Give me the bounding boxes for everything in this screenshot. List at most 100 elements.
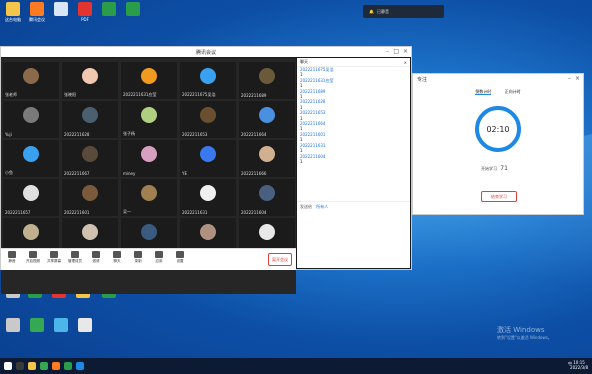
participant-avatar xyxy=(200,224,216,240)
notification-toast[interactable]: 🔔 已静音 xyxy=(363,5,444,18)
app-icon xyxy=(6,2,20,16)
app-icon xyxy=(78,318,92,332)
desktop-icon[interactable]: PDF xyxy=(74,2,96,22)
participant-avatar xyxy=(23,185,39,201)
desktop-icon[interactable] xyxy=(98,2,120,17)
participant-tile[interactable]: YE xyxy=(180,140,236,177)
participant-tile[interactable]: 2022211657 xyxy=(3,179,59,216)
desktop-icon[interactable] xyxy=(2,318,24,333)
participant-avatar xyxy=(200,107,216,123)
meeting-app-icon[interactable] xyxy=(52,362,60,370)
participant-tile[interactable]: 2022211666 xyxy=(239,140,295,177)
participant-tile[interactable]: 2022211675吴浩 xyxy=(180,62,236,99)
toolbar-button[interactable]: 静音 xyxy=(5,251,19,264)
participant-name: 张子杨 xyxy=(123,131,135,136)
chat-close-icon[interactable]: × xyxy=(404,60,407,65)
toolbar-button[interactable]: 录制 xyxy=(131,251,145,264)
timer-app-icon[interactable] xyxy=(76,362,84,370)
desktop-icon[interactable]: 这台电脑 xyxy=(2,2,24,22)
participant-name: 小鱼 xyxy=(5,170,13,175)
search-icon[interactable] xyxy=(16,362,24,370)
desktop-icon[interactable] xyxy=(74,318,96,333)
toolbar-button[interactable]: 聊天 xyxy=(110,251,124,264)
chat-messages: 2022211675吴浩 1 2022211631应莹 1 2022211689 1 202… xyxy=(297,67,410,164)
toolbar-label: 邀请 xyxy=(92,259,100,263)
toolbar-label: 聊天 xyxy=(113,259,121,263)
participant-name: 张老师 xyxy=(5,92,17,97)
participant-tile[interactable]: 2022211664 xyxy=(239,101,295,138)
chrome-icon[interactable] xyxy=(40,362,48,370)
wechat-icon[interactable] xyxy=(64,362,72,370)
participant-name: 2022211664 xyxy=(241,132,267,137)
participant-avatar xyxy=(200,68,216,84)
participant-tile[interactable]: 2022211689 xyxy=(239,62,295,99)
participant-tile[interactable]: 2022211601 xyxy=(62,179,118,216)
desktop-icon[interactable] xyxy=(26,318,48,333)
participant-tile[interactable]: 小鱼 xyxy=(3,140,59,177)
participant-avatar xyxy=(200,185,216,201)
timer-title: 专注 xyxy=(417,76,428,83)
toolbar-button[interactable]: 设置 xyxy=(173,251,187,264)
participant-avatar xyxy=(23,68,39,84)
desktop-icon[interactable] xyxy=(50,2,72,17)
tab-countup[interactable]: 正向计时 xyxy=(505,89,521,94)
tab-countdown[interactable]: 倒数计时 xyxy=(475,89,492,95)
participant-tile[interactable]: 张老师 xyxy=(3,62,59,99)
send-to-select[interactable]: 所有人 xyxy=(316,204,328,209)
toolbar-label: 共享屏幕 xyxy=(47,259,61,263)
participant-tile[interactable]: Yuji xyxy=(3,101,59,138)
close-icon[interactable]: × xyxy=(403,48,408,56)
file-explorer-icon[interactable] xyxy=(28,362,36,370)
participant-tile[interactable]: 2022211628 xyxy=(62,101,118,138)
participant-avatar xyxy=(141,185,157,201)
toolbar-label: 录制 xyxy=(134,259,142,263)
participant-tile[interactable]: 吴一 xyxy=(121,179,177,216)
participant-tile[interactable]: 2022211667 xyxy=(62,140,118,177)
participant-tile[interactable]: 张晓阳 xyxy=(62,62,118,99)
participant-tile[interactable]: 2022211631 xyxy=(180,179,236,216)
toolbar-button[interactable]: 管理成员 xyxy=(68,251,82,264)
participant-name: 2022211675吴浩 xyxy=(182,92,216,97)
desktop-icon[interactable] xyxy=(50,318,72,333)
desktop-icon[interactable] xyxy=(122,2,144,17)
participant-avatar xyxy=(200,146,216,162)
participant-tile[interactable]: 2022211653 xyxy=(180,101,236,138)
participant-tile[interactable]: 2022211631应莹 xyxy=(121,62,177,99)
taskbar-clock[interactable]: 10:15 2022/3/8 xyxy=(570,360,588,370)
timer-study-label: 开始学习 xyxy=(481,166,497,171)
participant-tile[interactable]: miney xyxy=(121,140,177,177)
start-windows-icon[interactable] xyxy=(4,362,12,370)
chat-input-area[interactable]: 发送给 所有人 xyxy=(297,201,410,269)
toolbar-button[interactable]: 共享屏幕 xyxy=(47,251,61,264)
taskbar: 中 10:15 2022/3/8 xyxy=(0,358,592,374)
timer-tabs: 倒数计时 正向计时 xyxy=(413,89,583,95)
minimize-icon[interactable]: – xyxy=(568,75,571,83)
toolbar-button[interactable]: 开启视频 xyxy=(26,251,40,264)
meeting-title: 腾讯会议 xyxy=(195,49,216,56)
participant-tile[interactable]: 张子杨 xyxy=(121,101,177,138)
app-icon xyxy=(30,318,44,332)
toolbar-button[interactable]: 应用 xyxy=(152,251,166,264)
end-study-button[interactable]: 结束学习 xyxy=(481,191,517,202)
chat-panel: 聊天 × 2022211675吴浩 1 2022211631应莹 1 202221168… xyxy=(297,58,410,268)
app-icon xyxy=(6,318,20,332)
toolbar-label: 管理成员 xyxy=(68,259,82,263)
leave-meeting-button[interactable]: 离开会议 xyxy=(268,253,292,266)
participant-tile[interactable]: 2022211604 xyxy=(239,179,295,216)
participant-name: Yuji xyxy=(5,132,12,137)
app-icon xyxy=(102,2,116,16)
close-icon[interactable]: × xyxy=(575,75,580,83)
desktop-icon[interactable]: 腾讯会议 xyxy=(26,2,48,22)
participant-avatar xyxy=(141,107,157,123)
participant-avatar xyxy=(23,107,39,123)
toolbar-button[interactable]: 邀请 xyxy=(89,251,103,264)
desktop-icon-label: 腾讯会议 xyxy=(29,17,45,22)
toolbar-label: 应用 xyxy=(155,259,163,263)
participant-avatar xyxy=(259,224,275,240)
maximize-icon[interactable]: □ xyxy=(393,48,399,56)
meeting-window: 腾讯会议 – □ × 张老师 张晓阳 2022211631应莹 2022211675吴… xyxy=(0,46,412,294)
participant-name: miney xyxy=(123,171,136,176)
toolbar-icon xyxy=(176,251,184,258)
toolbar-label: 设置 xyxy=(176,259,184,263)
minimize-icon[interactable]: – xyxy=(386,48,389,56)
